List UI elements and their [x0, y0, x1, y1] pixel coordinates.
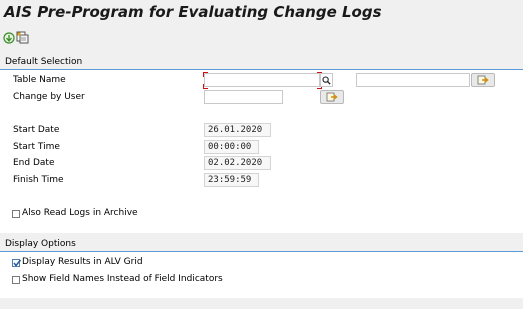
start-date-input[interactable]: 26.01.2020: [204, 123, 271, 137]
get-variant-icon: [16, 31, 29, 44]
default-selection-header: Default Selection: [0, 55, 523, 70]
required-marker: [203, 84, 208, 89]
default-selection-panel: Table Name Change by User Start Date 26.…: [0, 70, 523, 233]
checkmark-icon: [13, 259, 22, 267]
start-date-label: Start Date: [13, 125, 60, 135]
execute-button[interactable]: [2, 31, 15, 44]
table-name-multiple-selection-button[interactable]: [471, 73, 495, 87]
change-by-user-label: Change by User: [13, 92, 85, 102]
toolbar: [0, 28, 523, 48]
field-names-label: Show Field Names Instead of Field Indica…: [22, 274, 223, 284]
alv-grid-label: Display Results in ALV Grid: [22, 257, 143, 267]
multiple-selection-arrow-icon: [477, 75, 489, 85]
search-help-button[interactable]: [320, 73, 333, 87]
table-name-to-input[interactable]: [356, 73, 470, 87]
archive-checkbox[interactable]: [12, 210, 20, 218]
change-by-user-input[interactable]: [204, 90, 283, 104]
field-names-checkbox[interactable]: [12, 276, 20, 284]
table-name-input[interactable]: [204, 73, 320, 87]
multiple-selection-arrow-icon: [326, 92, 338, 102]
execute-icon: [2, 31, 15, 44]
default-selection-title: Default Selection: [5, 57, 83, 67]
finish-time-label: Finish Time: [13, 175, 64, 185]
table-name-label: Table Name: [13, 75, 66, 85]
search-icon: [322, 75, 331, 85]
change-by-user-multiple-selection-button[interactable]: [320, 90, 344, 104]
end-date-input[interactable]: 02.02.2020: [204, 156, 271, 170]
page-title: AIS Pre-Program for Evaluating Change Lo…: [4, 3, 382, 21]
get-variant-button[interactable]: [16, 31, 29, 44]
display-options-header: Display Options: [0, 237, 523, 252]
display-options-title: Display Options: [5, 239, 76, 249]
finish-time-input[interactable]: 23:59:59: [204, 173, 259, 187]
end-date-label: End Date: [13, 158, 55, 168]
archive-label: Also Read Logs in Archive: [22, 208, 138, 218]
start-time-input[interactable]: 00:00:00: [204, 140, 259, 154]
alv-grid-checkbox[interactable]: [12, 259, 22, 267]
display-options-panel: Display Results in ALV Grid Show Field N…: [0, 252, 523, 298]
start-time-label: Start Time: [13, 142, 60, 152]
required-marker: [203, 72, 208, 77]
